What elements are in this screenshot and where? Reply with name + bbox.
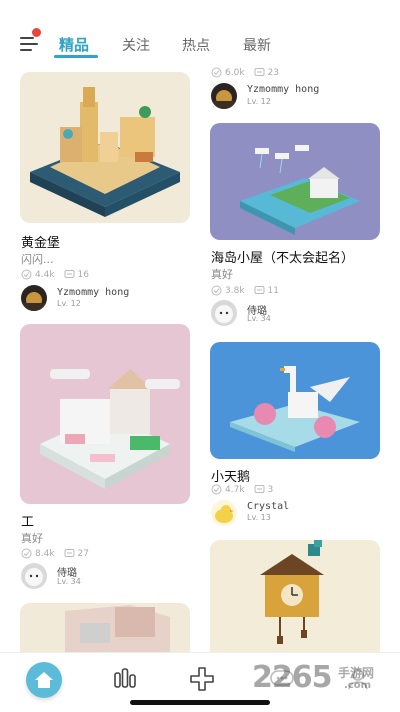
tab-following[interactable]: 关注 [122, 35, 150, 55]
comment-count: 27 [77, 548, 89, 559]
card-thumbnail-room[interactable] [20, 603, 190, 652]
like-count: 6.0k [225, 67, 245, 78]
card-thumbnail-golden-castle[interactable] [20, 72, 190, 223]
card-subtitle: 真好 [211, 268, 233, 281]
card-title[interactable]: 海岛小屋（不太会起名） [211, 247, 354, 266]
username[interactable]: Yzmommy hong [247, 84, 319, 95]
home-icon [35, 672, 53, 688]
card-subtitle: 真好 [21, 532, 43, 545]
card-subtitle: 闪闪... [21, 253, 54, 266]
comment-count: 16 [77, 269, 89, 280]
card-title[interactable]: 工 [21, 511, 34, 530]
home-indicator [130, 700, 270, 705]
watermark-domain: .com [344, 680, 372, 691]
avatar[interactable] [211, 300, 237, 326]
home-tab[interactable] [26, 662, 62, 698]
avatar[interactable] [21, 563, 47, 589]
avatar[interactable] [211, 83, 237, 109]
card-thumbnail-swan[interactable] [210, 342, 380, 459]
comment-icon[interactable] [64, 269, 75, 280]
user-level: Lv. 12 [57, 299, 81, 308]
comment-icon[interactable] [254, 484, 265, 495]
comment-icon[interactable] [254, 67, 265, 78]
like-icon[interactable] [21, 548, 32, 559]
tab-hot[interactable]: 热点 [182, 35, 210, 55]
comment-count: 11 [267, 285, 279, 296]
username[interactable]: Yzmommy hong [57, 287, 129, 298]
like-icon[interactable] [211, 67, 222, 78]
card-stats: 8.4k 27 [21, 548, 89, 559]
watermark-suffix: 手游网 [338, 666, 375, 680]
add-tab[interactable] [188, 665, 216, 693]
like-count: 4.4k [35, 269, 55, 280]
user-level: Lv. 34 [57, 577, 81, 586]
stats-tab[interactable] [111, 665, 139, 693]
card-thumbnail-cuckoo-clock[interactable] [210, 540, 380, 652]
username[interactable]: Crystal [247, 501, 289, 512]
avatar[interactable] [211, 500, 237, 526]
comment-icon[interactable] [64, 548, 75, 559]
card-thumbnail-island[interactable] [210, 123, 380, 240]
comment-count: 23 [267, 67, 279, 78]
like-icon[interactable] [211, 484, 222, 495]
avatar[interactable] [21, 285, 47, 311]
like-count: 4.7k [225, 484, 245, 495]
card-title[interactable]: 黄金堡 [21, 232, 60, 251]
tab-latest[interactable]: 最新 [243, 35, 271, 55]
card-stats: 4.4k 16 [21, 269, 89, 280]
user-level: Lv. 34 [247, 314, 271, 323]
card-stats: 4.7k 3 [211, 484, 273, 495]
like-count: 8.4k [35, 548, 55, 559]
card-title[interactable]: 小天鹅 [211, 466, 250, 485]
like-icon[interactable] [21, 269, 32, 280]
card-thumbnail-house[interactable] [20, 324, 190, 504]
menu-button[interactable] [16, 28, 42, 56]
user-level: Lv. 13 [247, 513, 271, 522]
comment-count: 3 [267, 484, 274, 495]
user-level: Lv. 12 [247, 97, 271, 106]
comment-icon[interactable] [254, 285, 265, 296]
notification-dot [32, 28, 41, 37]
watermark-logo: 2265 [252, 660, 332, 695]
stats-icon [114, 668, 136, 688]
active-tab-underline [54, 55, 98, 58]
tab-featured[interactable]: 精品 [59, 34, 89, 55]
card-stats: 6.0k 23 [211, 67, 279, 78]
add-icon [190, 667, 214, 691]
like-count: 3.8k [225, 285, 245, 296]
card-stats: 3.8k 11 [211, 285, 279, 296]
like-icon[interactable] [211, 285, 222, 296]
